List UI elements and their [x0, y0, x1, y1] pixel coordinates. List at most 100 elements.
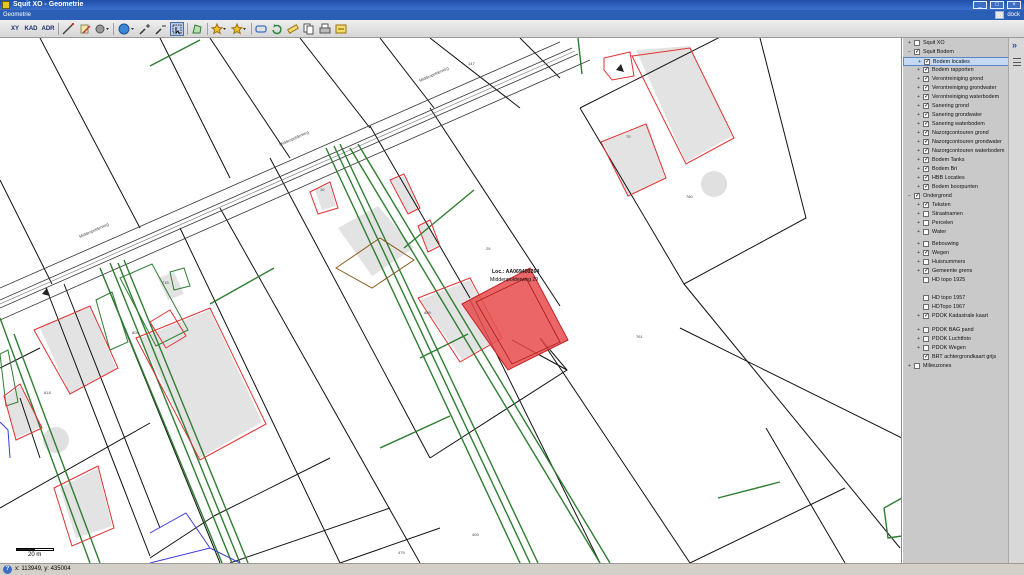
hyperlink-icon[interactable]: [254, 22, 268, 36]
expand-icon[interactable]: +: [916, 139, 921, 145]
layer-row[interactable]: + Bebouwing: [903, 240, 1009, 249]
layer-row[interactable]: − ✓ Ondergrond: [903, 192, 1009, 201]
layer-checkbox[interactable]: ✓: [914, 193, 920, 199]
layer-row[interactable]: + ✓ Verontreiniging grond: [903, 75, 1009, 84]
expand-icon[interactable]: [916, 295, 921, 301]
expand-icon[interactable]: +: [916, 313, 921, 319]
expand-icon[interactable]: +: [916, 85, 921, 91]
layer-row[interactable]: + ✓ Nazorgcontouren waterbodem: [903, 147, 1009, 156]
expand-icon[interactable]: +: [916, 157, 921, 163]
layer-label[interactable]: PDOK BAG pand: [932, 326, 974, 335]
layer-label[interactable]: Bodem Tanks: [932, 156, 965, 165]
expand-icon[interactable]: +: [916, 148, 921, 154]
layer-checkbox[interactable]: ✓: [923, 94, 929, 100]
expand-icon[interactable]: +: [916, 250, 921, 256]
layer-label[interactable]: PDOK Wegen: [932, 344, 966, 353]
layer-checkbox[interactable]: ✓: [923, 175, 929, 181]
layer-checkbox[interactable]: ✓: [923, 268, 929, 274]
layer-label[interactable]: Squit XO: [923, 39, 945, 48]
layer-label[interactable]: Milieuzones: [923, 362, 951, 371]
layer-checkbox[interactable]: [914, 40, 920, 46]
selected-location-highlight[interactable]: [461, 267, 569, 371]
dock-label[interactable]: dock: [1007, 11, 1020, 19]
layer-label[interactable]: Squit Bodem: [923, 48, 954, 57]
layer-row[interactable]: + PDOK Wegen: [903, 344, 1009, 353]
layer-label[interactable]: HD topo 1925: [932, 276, 965, 285]
select-tool-icon[interactable]: [170, 22, 184, 36]
layer-label[interactable]: Straatnamen: [932, 210, 963, 219]
layer-checkbox[interactable]: ✓: [923, 354, 929, 360]
layer-label[interactable]: Nazorgcontouren grond: [932, 129, 989, 138]
expand-icon[interactable]: +: [907, 40, 912, 46]
layer-row[interactable]: − ✓ Squit Bodem: [903, 48, 1009, 57]
layer-label[interactable]: PDOK Luchtfoto: [932, 335, 971, 344]
layer-row[interactable]: + ✓ Wegen: [903, 249, 1009, 258]
layer-row[interactable]: HDTopo 1967: [903, 303, 1009, 312]
layer-label[interactable]: Wegen: [932, 249, 949, 258]
expand-icon[interactable]: +: [916, 130, 921, 136]
layer-label[interactable]: Bebouwing: [932, 240, 959, 249]
location-marker-icon[interactable]: [616, 64, 624, 72]
export-icon[interactable]: [334, 22, 348, 36]
layer-checkbox[interactable]: ✓: [923, 130, 929, 136]
copy-icon[interactable]: [302, 22, 316, 36]
layer-checkbox[interactable]: ✓: [923, 148, 929, 154]
layer-label[interactable]: Bodem Bri: [932, 165, 957, 174]
dock-control[interactable]: dock: [995, 11, 1020, 19]
layer-row[interactable]: + ✓ Nazorgcontouren grond: [903, 129, 1009, 138]
measure-line-icon[interactable]: [60, 22, 76, 36]
layer-row[interactable]: + ✓ Verontreiniging grondwater: [903, 84, 1009, 93]
layer-checkbox[interactable]: [923, 295, 929, 301]
favorites-icon[interactable]: [230, 22, 248, 36]
layer-row[interactable]: + ✓ Nazorgcontouren grondwater: [903, 138, 1009, 147]
layer-label[interactable]: Bodem boorpunten: [932, 183, 978, 192]
layer-checkbox[interactable]: [923, 259, 929, 265]
zoom-in-icon[interactable]: [138, 22, 152, 36]
refresh-icon[interactable]: [270, 22, 284, 36]
edit-pencil-icon[interactable]: [78, 22, 92, 36]
layer-checkbox[interactable]: ✓: [914, 49, 920, 55]
layer-row[interactable]: + ✓ Bodem Bri: [903, 165, 1009, 174]
expand-icon[interactable]: +: [916, 166, 921, 172]
layer-row[interactable]: + Milieuzones: [903, 362, 1009, 371]
expand-icon[interactable]: +: [916, 184, 921, 190]
layer-row[interactable]: + ✓ Sanering grond: [903, 102, 1009, 111]
layer-checkbox[interactable]: ✓: [923, 250, 929, 256]
expand-icon[interactable]: +: [916, 336, 921, 342]
expand-icon[interactable]: +: [916, 175, 921, 181]
close-icon[interactable]: ×: [1007, 1, 1021, 9]
layer-label[interactable]: Verontreiniging waterbodem: [932, 93, 999, 102]
expand-icon[interactable]: [916, 277, 921, 283]
layer-row[interactable]: + Straatnamen: [903, 210, 1009, 219]
expand-icon[interactable]: +: [916, 211, 921, 217]
layer-checkbox[interactable]: [923, 229, 929, 235]
layer-label[interactable]: Verontreiniging grond: [932, 75, 983, 84]
layer-checkbox[interactable]: [923, 277, 929, 283]
menu-geometrie[interactable]: Geometrie: [3, 11, 31, 19]
layer-label[interactable]: PDOK Kadastrale kaart: [932, 312, 988, 321]
minimize-icon[interactable]: _: [973, 1, 987, 9]
layer-checkbox[interactable]: [923, 220, 929, 226]
layer-row[interactable]: HD topo 1957: [903, 294, 1009, 303]
layer-checkbox[interactable]: [914, 363, 920, 369]
layer-checkbox[interactable]: [923, 211, 929, 217]
layer-checkbox[interactable]: [923, 304, 929, 310]
layer-list-icon[interactable]: [1013, 58, 1021, 66]
expand-icon[interactable]: +: [916, 327, 921, 333]
layer-label[interactable]: Sanering waterbodem: [932, 120, 985, 129]
help-icon[interactable]: ?: [3, 565, 12, 574]
layer-label[interactable]: BRT achtergrondkaart grijs: [932, 353, 996, 362]
layer-label[interactable]: Sanering grondwater: [932, 111, 982, 120]
expand-icon[interactable]: +: [916, 67, 921, 73]
layer-checkbox[interactable]: ✓: [923, 166, 929, 172]
layer-checkbox[interactable]: ✓: [923, 76, 929, 82]
layer-checkbox[interactable]: ✓: [923, 202, 929, 208]
layer-row[interactable]: + PDOK Luchtfoto: [903, 335, 1009, 344]
layer-checkbox[interactable]: ✓: [923, 112, 929, 118]
favorites-add-icon[interactable]: [210, 22, 228, 36]
zoom-out-icon[interactable]: [154, 22, 168, 36]
location-id-label[interactable]: Loc.: AA069400264: [492, 269, 539, 275]
collapse-panel-icon[interactable]: »: [1012, 40, 1017, 50]
layer-checkbox[interactable]: [923, 336, 929, 342]
info-dropdown-icon[interactable]: [93, 22, 111, 36]
